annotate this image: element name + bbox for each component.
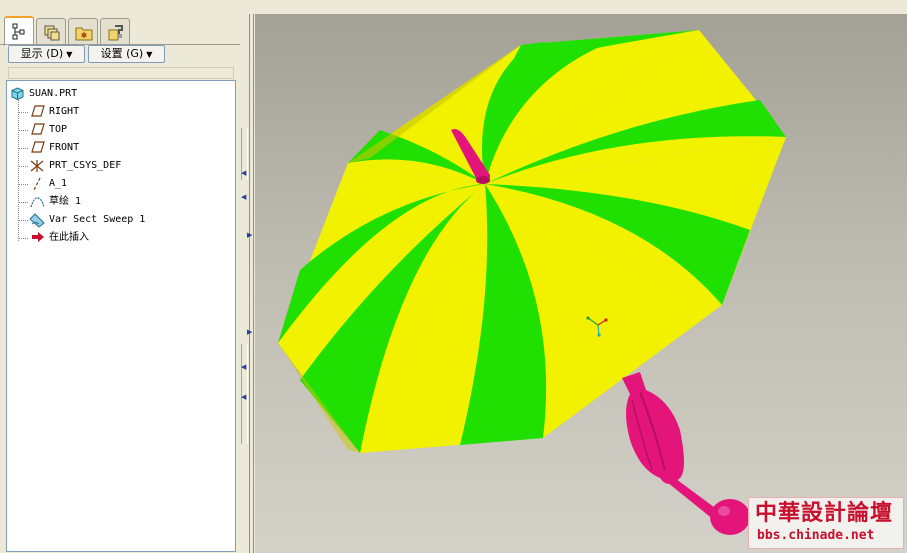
insert-here-arrow-icon xyxy=(31,231,45,250)
tree-item-label: TOP xyxy=(49,124,68,135)
tree-item-front[interactable]: FRONT xyxy=(7,139,235,157)
tree-branch xyxy=(18,130,28,131)
collapse-left-icon[interactable]: ◀ xyxy=(241,364,246,371)
tree-branch xyxy=(18,220,28,221)
graphics-viewport[interactable] xyxy=(255,14,907,553)
tab-model-tree[interactable] xyxy=(4,16,34,46)
show-label: 显示 (D) xyxy=(20,47,64,60)
tree-item-label: PRT_CSYS_DEF xyxy=(49,160,122,171)
tree-item-label: RIGHT xyxy=(49,106,80,117)
tree-item-csys[interactable]: PRT_CSYS_DEF xyxy=(7,157,235,175)
tree-branch xyxy=(18,238,28,239)
tree-item-sweep[interactable]: Var Sect Sweep 1 xyxy=(7,211,235,229)
splitter-edge xyxy=(249,14,250,553)
umbrella-model[interactable] xyxy=(255,14,907,553)
svg-text:✱: ✱ xyxy=(81,31,88,40)
tree-item-label: 在此插入 xyxy=(49,232,89,243)
chevron-down-icon: ▼ xyxy=(146,50,153,59)
panel-splitter[interactable]: ◀ ◀ ▶ ▶ ◀ ◀ xyxy=(240,14,255,553)
tree-item-label: A_1 xyxy=(49,178,68,189)
tree-root-label: SUAN.PRT xyxy=(29,88,78,99)
tree-branch xyxy=(18,202,28,203)
tree-item-top[interactable]: TOP xyxy=(7,121,235,139)
tree-item-label: FRONT xyxy=(49,142,80,153)
forum-watermark: 中華設計論壇 bbs.chinade.net xyxy=(748,497,904,549)
chevron-down-icon: ▼ xyxy=(66,50,73,59)
umbrella-tip-base xyxy=(476,176,490,184)
umbrella-canopy xyxy=(278,30,786,453)
tree-item-axis[interactable]: A_1 xyxy=(7,175,235,193)
collapse-left-icon[interactable]: ◀ xyxy=(241,194,246,201)
collapse-left-icon[interactable]: ◀ xyxy=(241,170,246,177)
tree-branch xyxy=(18,112,28,113)
tree-item-sketch[interactable]: 草绘 1 xyxy=(7,193,235,211)
navigator-panel: ✱ 显示 (D) ▼ 设置 (G) ▼ SUAN.PRT RIGHT TOP F… xyxy=(0,14,240,553)
expand-right-icon[interactable]: ▶ xyxy=(247,232,252,239)
tree-item-label: 草绘 1 xyxy=(49,196,82,207)
tab-favorites[interactable]: ✱ xyxy=(68,18,98,44)
watermark-url: bbs.chinade.net xyxy=(757,528,875,543)
tab-connections[interactable] xyxy=(100,18,130,44)
umbrella-handle xyxy=(622,372,750,535)
tree-header-strip xyxy=(8,67,234,79)
tree-item-label: Var Sect Sweep 1 xyxy=(49,214,146,225)
tree-branch xyxy=(18,148,28,149)
show-dropdown-button[interactable]: 显示 (D) ▼ xyxy=(8,45,85,63)
tree-branch xyxy=(18,166,28,167)
settings-label: 设置 (G) xyxy=(100,47,144,60)
tree-item-insert-here[interactable]: 在此插入 xyxy=(7,229,235,247)
tab-layers[interactable] xyxy=(36,18,66,44)
tree-branch xyxy=(18,184,28,185)
watermark-title: 中華設計論壇 xyxy=(755,500,894,526)
tree-root-row[interactable]: SUAN.PRT xyxy=(7,85,235,103)
top-strip xyxy=(0,0,907,14)
collapse-left-icon[interactable]: ◀ xyxy=(241,394,246,401)
expand-right-icon[interactable]: ▶ xyxy=(247,329,252,336)
tree-item-right[interactable]: RIGHT xyxy=(7,103,235,121)
settings-dropdown-button[interactable]: 设置 (G) ▼ xyxy=(88,45,165,63)
model-tree: SUAN.PRT RIGHT TOP FRONT PRT_CSYS_DEF A_… xyxy=(6,80,236,552)
splitter-edge xyxy=(253,14,254,553)
